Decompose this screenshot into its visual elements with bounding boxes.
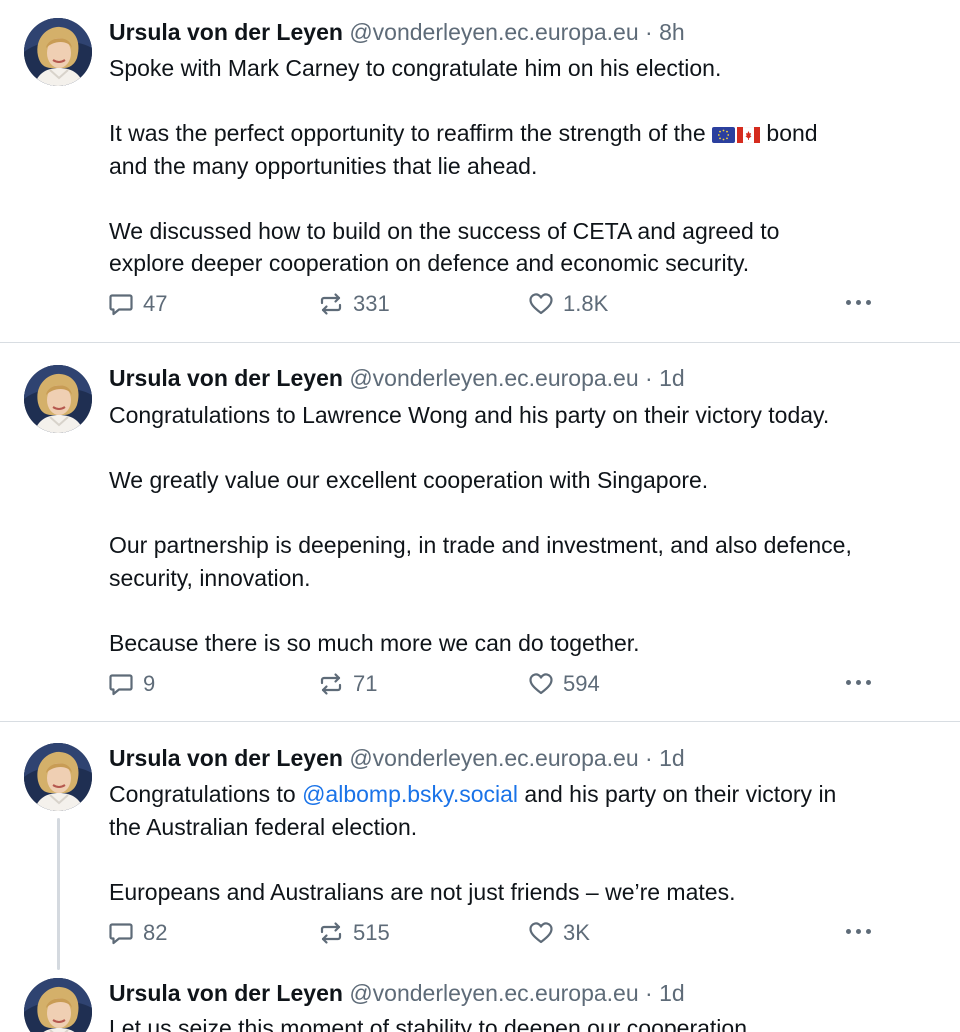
post-time[interactable]: 8h [659, 19, 685, 45]
thread-line [57, 818, 60, 970]
repost-count: 515 [353, 920, 390, 945]
separator: · [645, 980, 653, 1006]
repost-count: 331 [353, 291, 390, 316]
reply-icon [109, 923, 133, 945]
post-feed: Ursula von der Leyen @vonderleyen.ec.eur… [0, 0, 960, 1032]
reply-count: 47 [143, 291, 168, 316]
post-line-text: Congratulations to [109, 781, 296, 807]
reply-count: 9 [143, 671, 156, 696]
like-button[interactable]: 3K [527, 918, 590, 948]
heart-icon [529, 293, 553, 315]
post-line: Congratulations to @albomp.bsky.social a… [109, 778, 939, 811]
eu-flag-icon [712, 127, 736, 143]
author-handle[interactable]: @vonderleyen.ec.europa.eu [349, 19, 638, 45]
more-options-icon[interactable] [846, 300, 871, 305]
repost-count: 71 [353, 671, 378, 696]
author-handle[interactable]: @vonderleyen.ec.europa.eu [349, 365, 638, 391]
post-text: Congratulations to Lawrence Wong and his… [109, 399, 939, 659]
post-line-text: bond [766, 120, 818, 146]
post-line: Because there is so much more we can do … [109, 629, 640, 656]
post-line: We discussed how to build on the success… [109, 217, 780, 244]
separator: · [645, 745, 653, 771]
post-header: Ursula von der Leyen @vonderleyen.ec.eur… [109, 978, 685, 1008]
repost-button[interactable]: 331 [317, 289, 390, 319]
like-count: 594 [563, 671, 600, 696]
post-line: Our partnership is deepening, in trade a… [109, 532, 852, 558]
post-line: Congratulations to Lawrence Wong and his… [109, 402, 830, 428]
reply-button[interactable]: 9 [107, 669, 155, 699]
repost-icon [320, 673, 342, 695]
author-name[interactable]: Ursula von der Leyen [109, 745, 343, 771]
post-line: and the many opportunities that lie ahea… [109, 152, 538, 179]
separator: · [645, 19, 653, 45]
avatar[interactable] [24, 18, 92, 86]
avatar[interactable] [24, 365, 92, 433]
reply-button[interactable]: 82 [107, 918, 167, 948]
canada-flag-icon [737, 127, 761, 143]
post-actions: 82 515 3K [107, 918, 871, 948]
reply-count: 82 [143, 920, 168, 945]
repost-icon [320, 922, 342, 944]
like-count: 3K [563, 920, 590, 945]
post-line: It was the perfect opportunity to reaffi… [109, 117, 939, 150]
avatar[interactable] [24, 978, 92, 1032]
post-header: Ursula von der Leyen @vonderleyen.ec.eur… [109, 363, 685, 393]
post-time[interactable]: 1d [659, 365, 685, 391]
separator: · [645, 365, 653, 391]
author-name[interactable]: Ursula von der Leyen [109, 980, 343, 1006]
reply-icon [109, 674, 133, 696]
reply-icon [109, 294, 133, 316]
post-text: Spoke with Mark Carney to congratulate h… [109, 52, 939, 280]
post[interactable]: Ursula von der Leyen @vonderleyen.ec.eur… [0, 343, 960, 721]
post-line: Spoke with Mark Carney to congratulate h… [109, 55, 722, 81]
like-button[interactable]: 594 [527, 669, 600, 699]
like-button[interactable]: 1.8K [527, 289, 608, 319]
repost-icon [320, 293, 342, 315]
post-header: Ursula von der Leyen @vonderleyen.ec.eur… [109, 17, 685, 47]
post-line: security, innovation. [109, 564, 311, 591]
post-line: Let us seize this moment of stability to… [109, 1015, 747, 1032]
reply-button[interactable]: 47 [107, 289, 167, 319]
post-actions: 47 331 1.8K [107, 289, 871, 319]
post-line-text: and his party on their victory in [524, 781, 837, 807]
avatar[interactable] [24, 743, 92, 811]
author-handle[interactable]: @vonderleyen.ec.europa.eu [349, 745, 638, 771]
post[interactable]: Ursula von der Leyen @vonderleyen.ec.eur… [0, 722, 960, 980]
post-header: Ursula von der Leyen @vonderleyen.ec.eur… [109, 743, 685, 773]
post-line: Europeans and Australians are not just f… [109, 878, 736, 905]
post-text: Let us seize this moment of stability to… [109, 1012, 939, 1032]
author-handle[interactable]: @vonderleyen.ec.europa.eu [349, 980, 638, 1006]
post-actions: 9 71 594 [107, 669, 871, 699]
heart-icon [529, 922, 553, 944]
more-options-icon[interactable] [846, 929, 871, 934]
post-line: the Australian federal election. [109, 813, 418, 840]
repost-button[interactable]: 71 [317, 669, 377, 699]
author-name[interactable]: Ursula von der Leyen [109, 19, 343, 45]
post[interactable]: Ursula von der Leyen @vonderleyen.ec.eur… [0, 978, 960, 1032]
post-line-text: It was the perfect opportunity to reaffi… [109, 120, 706, 146]
post-text: Congratulations to @albomp.bsky.social a… [109, 778, 939, 908]
post-line: explore deeper cooperation on defence an… [109, 250, 750, 276]
more-options-icon[interactable] [846, 680, 871, 685]
mention-link[interactable]: @albomp.bsky.social [302, 781, 518, 807]
author-name[interactable]: Ursula von der Leyen [109, 365, 343, 391]
like-count: 1.8K [563, 291, 609, 316]
repost-button[interactable]: 515 [317, 918, 390, 948]
post-time[interactable]: 1d [659, 980, 685, 1006]
post[interactable]: Ursula von der Leyen @vonderleyen.ec.eur… [0, 0, 960, 342]
post-time[interactable]: 1d [659, 745, 685, 771]
heart-icon [529, 673, 553, 695]
post-line: We greatly value our excellent cooperati… [109, 467, 709, 493]
